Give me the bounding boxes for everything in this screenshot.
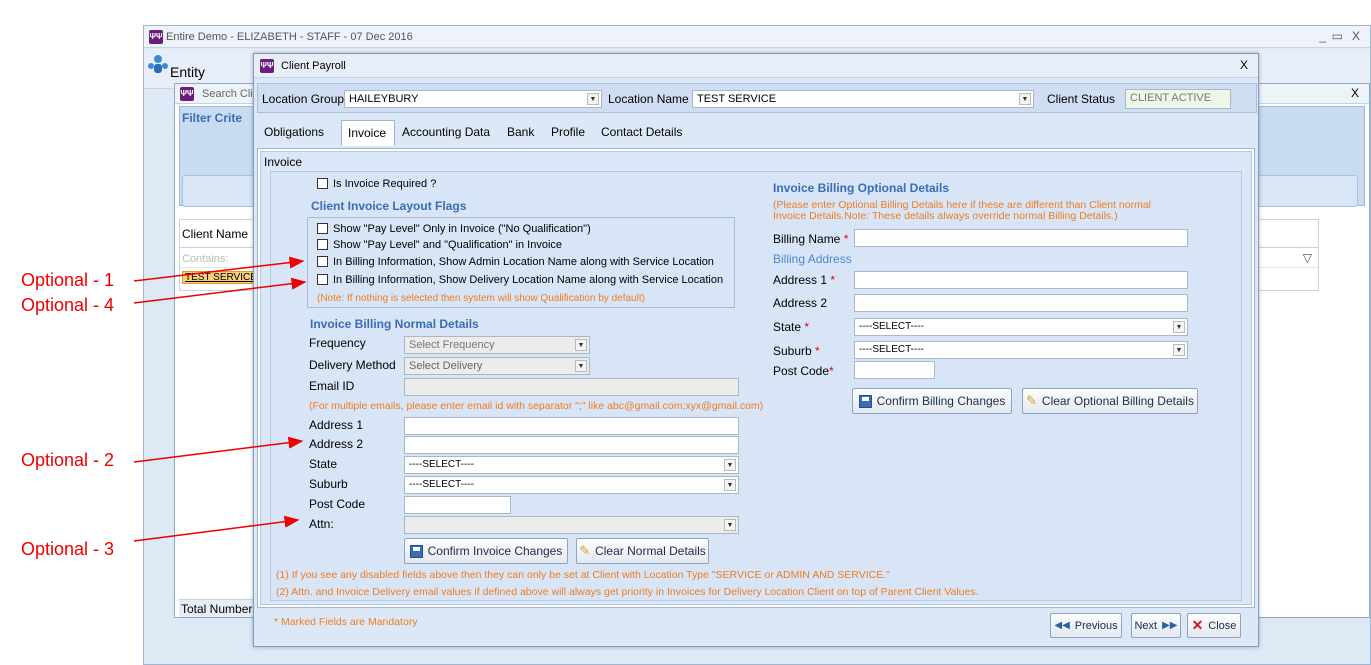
annotation-arrows <box>133 256 307 542</box>
arrow-optional-4 <box>133 277 307 304</box>
arrow-optional-2 <box>133 436 304 463</box>
arrow-optional-1 <box>133 256 305 282</box>
arrow-optional-3 <box>133 515 300 542</box>
